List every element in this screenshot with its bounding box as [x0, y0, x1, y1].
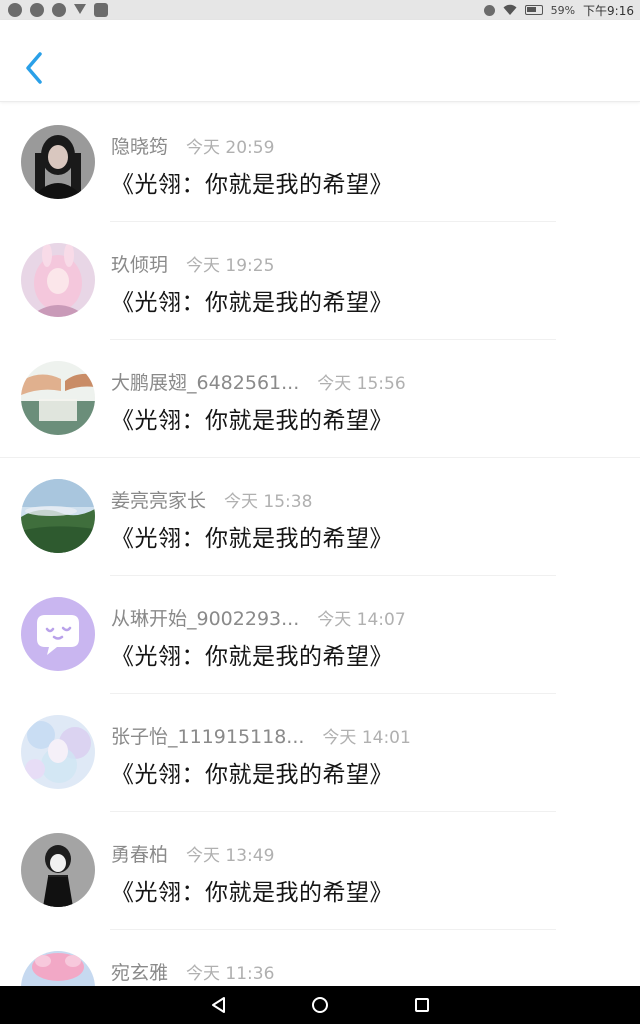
list-item[interactable]: 隐晓筠 今天 20:59 《光翎：你就是我的希望》	[0, 104, 640, 222]
message-time: 今天 14:07	[317, 610, 406, 630]
message-time: 今天 20:59	[186, 138, 275, 158]
chevron-left-icon[interactable]	[20, 48, 50, 88]
name-line: 宛玄雅 今天 11:36	[111, 958, 274, 985]
message-text: 《光翎：你就是我的希望》	[111, 644, 393, 670]
sender-name: 隐晓筠	[111, 136, 169, 158]
avatar[interactable]	[21, 243, 95, 317]
sender-name: 从琳开始_9002293...	[111, 608, 300, 630]
system-navigation-bar	[0, 986, 640, 1024]
sync-notification-icon	[30, 3, 44, 17]
app-notification-icon	[94, 3, 108, 17]
name-line: 玖倾玥 今天 19:25	[111, 250, 274, 277]
message-text: 《光翎：你就是我的希望》	[111, 526, 393, 552]
status-right: 59% 下午9:16	[483, 2, 634, 19]
battery-icon	[524, 5, 543, 15]
name-line: 张子怡_111915118... 今天 14:01	[111, 722, 411, 749]
message-text: 《光翎：你就是我的希望》	[111, 408, 393, 434]
sender-name: 大鹏展翅_6482561...	[111, 372, 300, 394]
avatar[interactable]	[21, 361, 95, 435]
name-line: 大鹏展翅_6482561... 今天 15:56	[111, 368, 406, 395]
message-list: 隐晓筠 今天 20:59 《光翎：你就是我的希望》 玖倾玥 今天 19:25 《…	[0, 104, 640, 1024]
name-line: 姜亮亮家长 今天 15:38	[111, 486, 312, 513]
list-item[interactable]: 大鹏展翅_6482561... 今天 15:56 《光翎：你就是我的希望》	[0, 340, 640, 458]
message-time: 今天 19:25	[186, 256, 275, 276]
sender-name: 玖倾玥	[111, 254, 169, 276]
list-item[interactable]: 玖倾玥 今天 19:25 《光翎：你就是我的希望》	[0, 222, 640, 340]
name-line: 隐晓筠 今天 20:59	[111, 132, 274, 159]
message-time: 今天 15:56	[317, 374, 406, 394]
avatar[interactable]	[21, 597, 95, 671]
clock: 下午9:16	[583, 3, 634, 18]
list-item[interactable]: 张子怡_111915118... 今天 14:01 《光翎：你就是我的希望》	[0, 694, 640, 812]
message-text: 《光翎：你就是我的希望》	[111, 762, 393, 788]
status-left	[8, 3, 108, 17]
wifi-icon	[503, 4, 517, 15]
chat-notification-icon	[52, 3, 66, 17]
message-text: 《光翎：你就是我的希望》	[111, 172, 393, 198]
message-text: 《光翎：你就是我的希望》	[111, 290, 393, 316]
avatar[interactable]	[21, 479, 95, 553]
message-text: 《光翎：你就是我的希望》	[111, 880, 393, 906]
square-recents-icon[interactable]	[411, 994, 433, 1016]
avatar[interactable]	[21, 833, 95, 907]
name-line: 勇春柏 今天 13:49	[111, 840, 274, 867]
bell-notification-icon	[8, 3, 22, 17]
download-icon	[74, 4, 86, 16]
battery-percentage: 59%	[550, 3, 576, 17]
data-saver-icon	[483, 4, 495, 16]
top-app-bar	[0, 20, 640, 102]
message-time: 今天 11:36	[186, 964, 275, 984]
list-item[interactable]: 勇春柏 今天 13:49 《光翎：你就是我的希望》	[0, 812, 640, 930]
list-item[interactable]: 从琳开始_9002293... 今天 14:07 《光翎：你就是我的希望》	[0, 576, 640, 694]
list-item[interactable]: 姜亮亮家长 今天 15:38 《光翎：你就是我的希望》	[0, 458, 640, 576]
sender-name: 张子怡_111915118...	[111, 726, 305, 748]
sender-name: 勇春柏	[111, 844, 169, 866]
circle-home-icon[interactable]	[309, 994, 331, 1016]
sender-name: 宛玄雅	[111, 962, 169, 984]
message-time: 今天 13:49	[186, 846, 275, 866]
message-time: 今天 14:01	[322, 728, 411, 748]
name-line: 从琳开始_9002293... 今天 14:07	[111, 604, 406, 631]
status-bar: 59% 下午9:16	[0, 0, 640, 20]
avatar[interactable]	[21, 125, 95, 199]
triangle-back-icon[interactable]	[208, 994, 230, 1016]
avatar[interactable]	[21, 715, 95, 789]
message-time: 今天 15:38	[224, 492, 313, 512]
sender-name: 姜亮亮家长	[111, 490, 207, 512]
